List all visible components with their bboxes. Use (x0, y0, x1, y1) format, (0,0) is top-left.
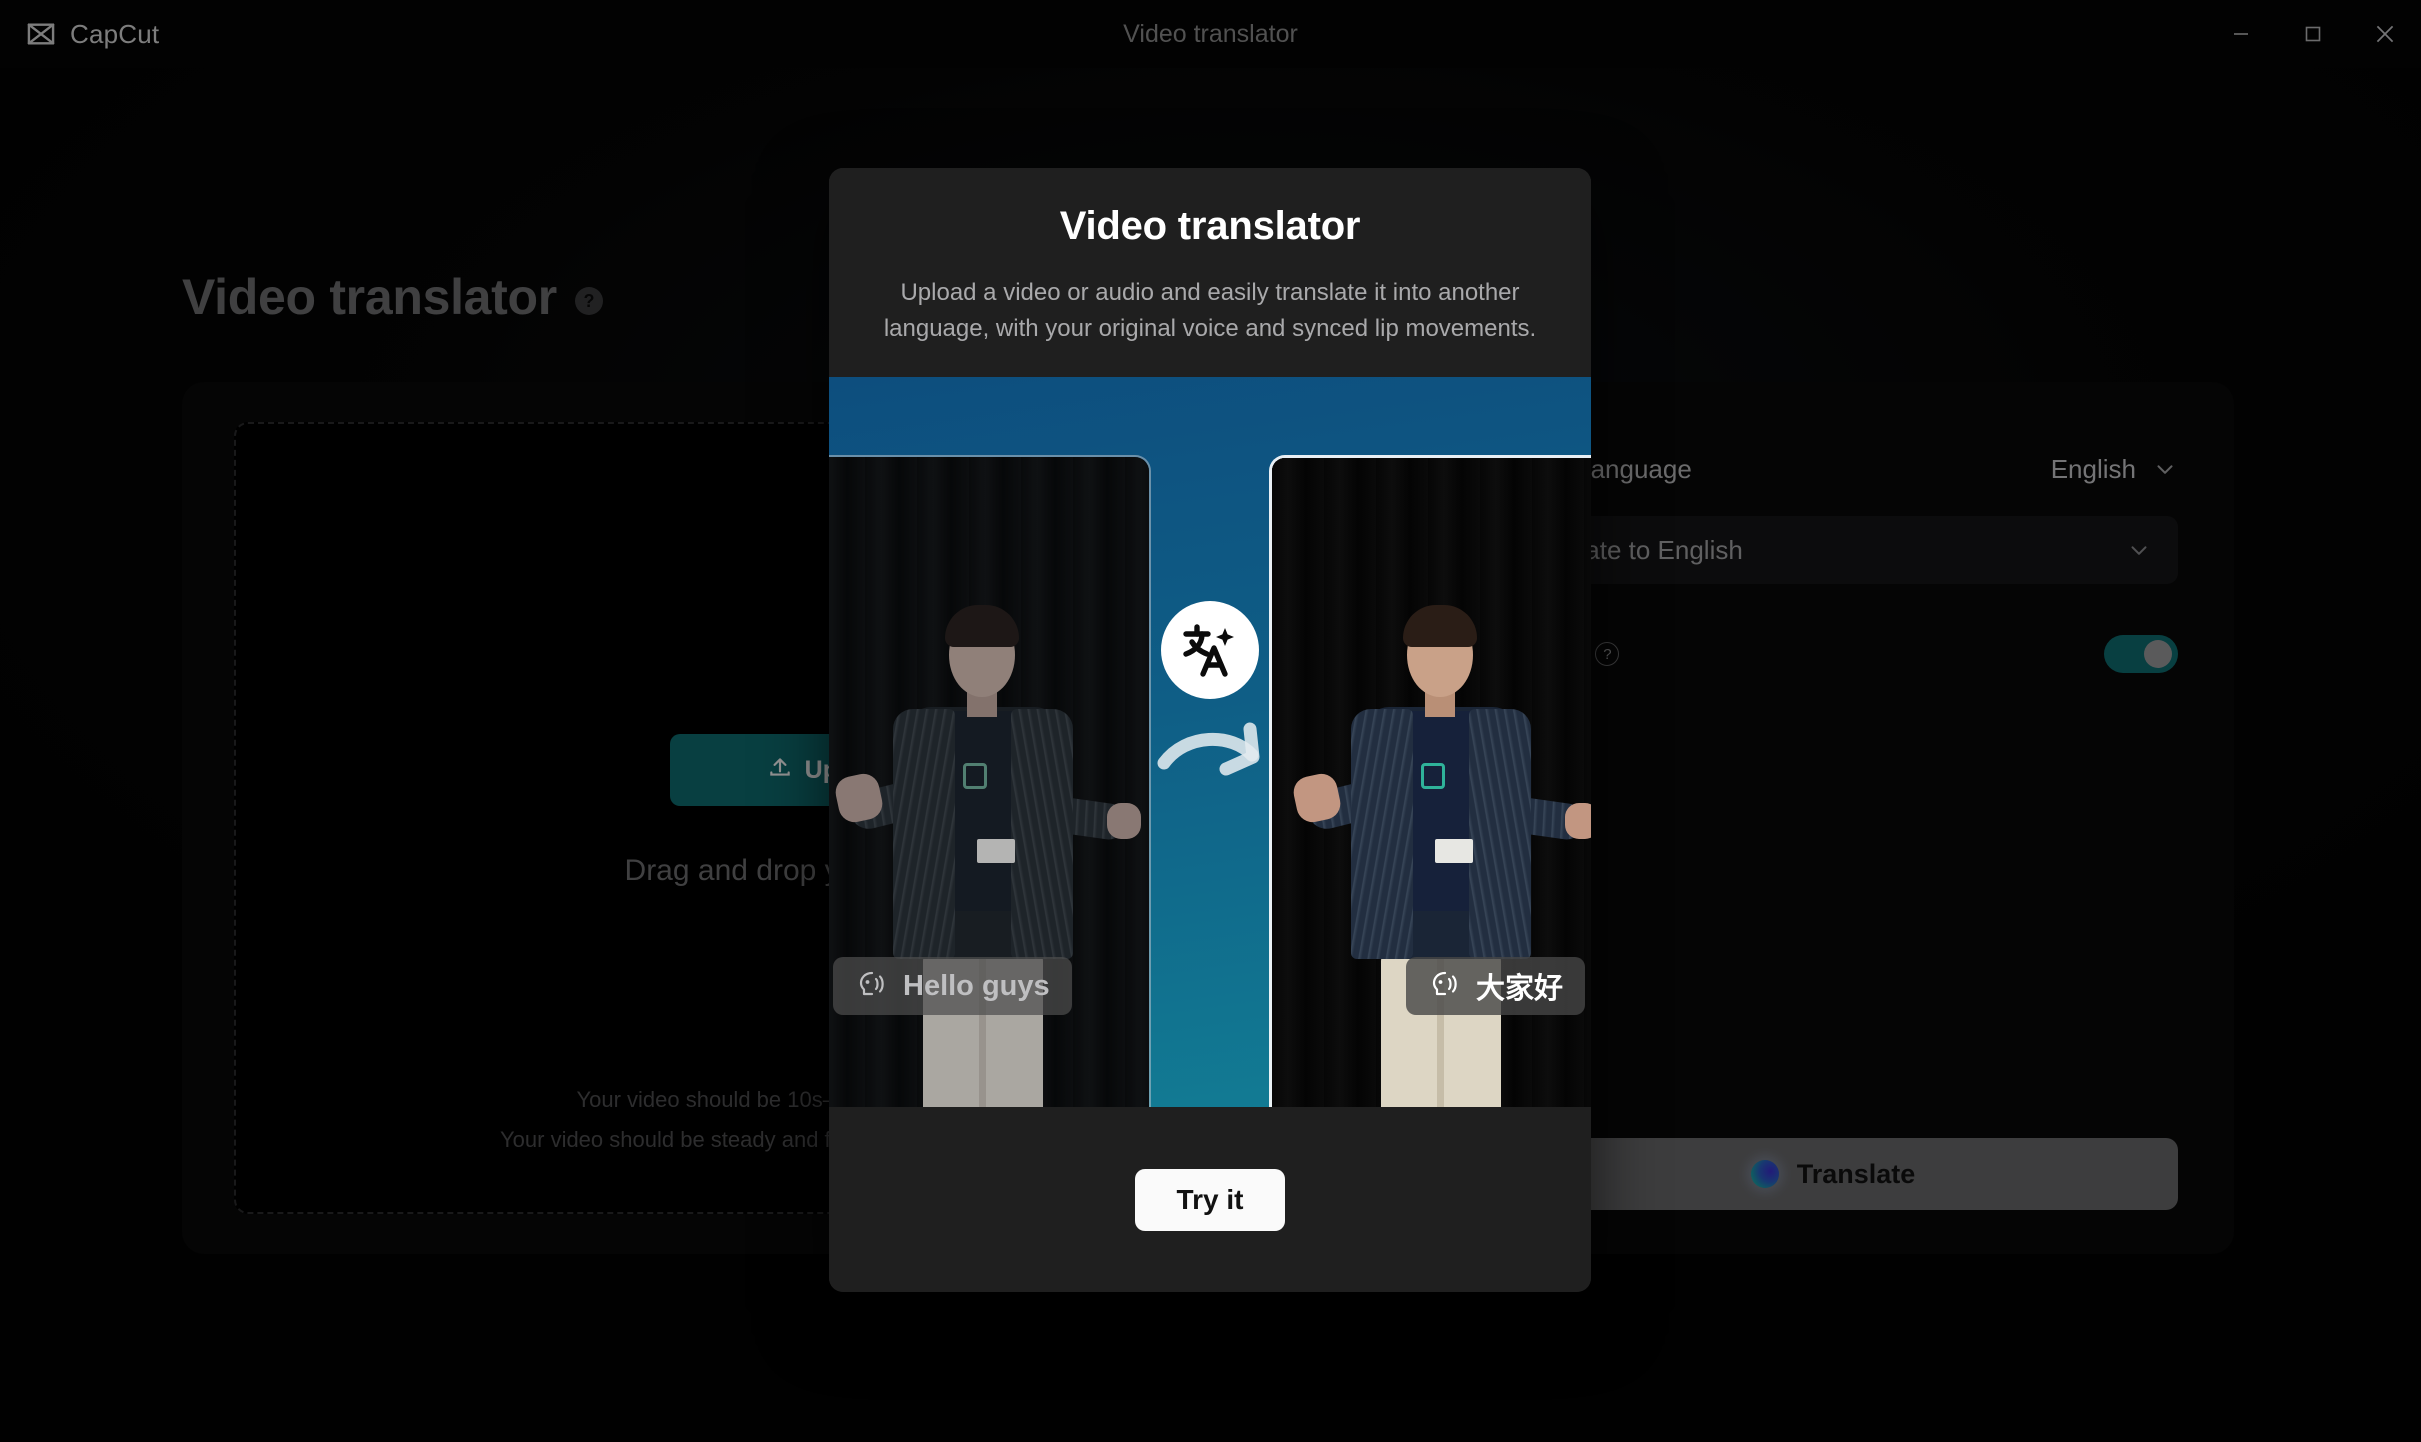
original-caption-chip: Hello guys (833, 957, 1072, 1015)
translated-caption-text: 大家好 (1475, 973, 1563, 1005)
app-window: CapCut Video translator Video translator… (0, 0, 2421, 1442)
modal-header: Video translator Upload a video or audio… (829, 168, 1591, 377)
modal-description: Upload a video or audio and easily trans… (883, 279, 1537, 342)
modal-illustration: Hello guys 大家好 (829, 377, 1591, 1107)
curved-arrow-right-icon (1156, 717, 1264, 784)
original-caption-text: Hello guys (903, 969, 1050, 1002)
translate-language-icon (1161, 601, 1259, 699)
speaking-head-icon (855, 968, 887, 1005)
speaker-figure (831, 555, 1141, 1107)
speaker-figure (1289, 555, 1591, 1107)
modal-title: Video translator (1059, 204, 1361, 248)
try-it-button[interactable]: Try it (1135, 1168, 1285, 1231)
modal-footer: Try it (829, 1107, 1591, 1292)
translated-caption-chip: 大家好 (1405, 957, 1585, 1015)
video-translator-modal: Video translator Upload a video or audio… (829, 168, 1591, 1292)
speaking-head-icon (1428, 968, 1460, 1005)
